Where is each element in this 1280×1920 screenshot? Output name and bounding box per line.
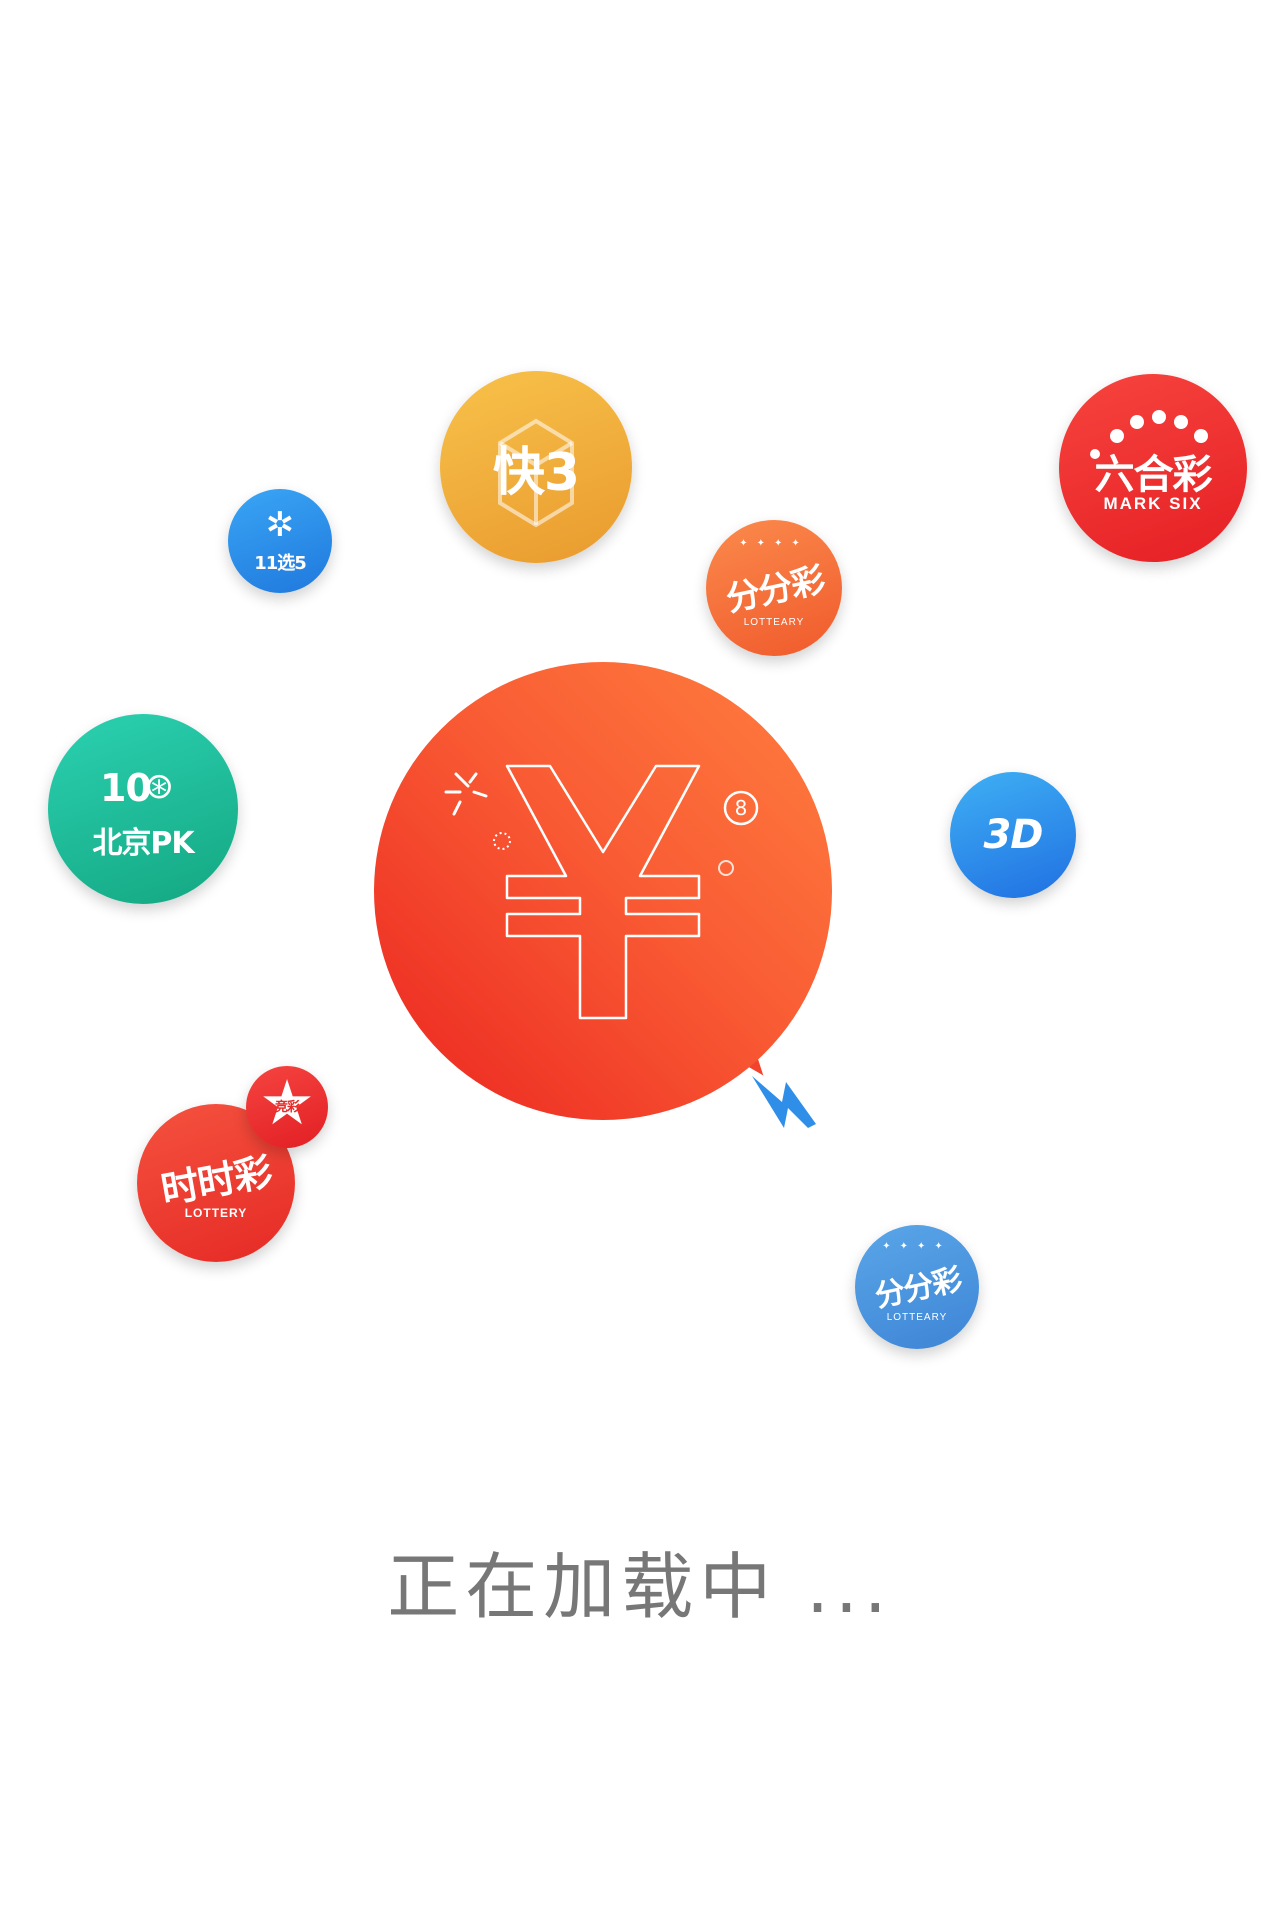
fenfencai-blue-lottery-icon: ✦✦✦✦ 分分彩 LOTTEARY — [855, 1225, 979, 1349]
jingcai-label: 竞彩 — [274, 1100, 300, 1115]
fenfencai-sub-label: LOTTEARY — [743, 617, 805, 628]
small-ring-icon — [718, 860, 734, 876]
yuan-bubble: 8 — [374, 662, 832, 1120]
liuhecai-lottery-icon: 六合彩 MARK SIX — [1059, 374, 1247, 562]
burst-icon — [493, 832, 511, 850]
liuhecai-sub-label: MARK SIX — [1103, 494, 1203, 513]
shishicai-sub-label: LOTTERY — [184, 1206, 248, 1220]
lightning-icon — [752, 1076, 816, 1128]
jingcai-lottery-icon: ★ 竞彩 — [246, 1066, 328, 1148]
fenfencai-label: 分分彩 — [722, 559, 828, 620]
beijing-pk10-lottery-icon: 10 ⊛ 北京PK — [48, 714, 238, 904]
wheel-icon: ⊛ — [144, 766, 175, 807]
liuhecai-label: 六合彩 — [1094, 452, 1213, 498]
stars-decoration: ✦✦✦✦ — [739, 538, 809, 549]
kuai3-label: 快3 — [492, 442, 580, 503]
sparkle-icon — [444, 772, 488, 816]
shishicai-label: 时时彩 — [158, 1149, 276, 1212]
11x5-label: 11选5 — [254, 553, 307, 574]
3d-label: 3D — [983, 812, 1043, 858]
loading-text: 正在加载中 ... — [387, 1545, 893, 1629]
11x5-lottery-icon: ✲ 11选5 — [228, 489, 332, 593]
fucai-3d-lottery-icon: 3D — [950, 772, 1076, 898]
fenfencai-lottery-icon: ✦✦✦✦ 分分彩 LOTTEARY — [706, 520, 842, 656]
fenfencai-blue-sub-label: LOTTEARY — [886, 1312, 948, 1323]
pinwheel-icon: ✲ — [265, 505, 295, 545]
fenfencai-blue-label: 分分彩 — [871, 1262, 964, 1315]
pk10-label: 北京PK — [92, 826, 194, 861]
yuan-icon: 8 — [444, 764, 759, 1020]
stars-decoration: ✦✦✦✦ — [882, 1241, 952, 1252]
ball-8-number: 8 — [735, 796, 748, 820]
kuai3-lottery-icon: 快3 — [440, 371, 632, 563]
